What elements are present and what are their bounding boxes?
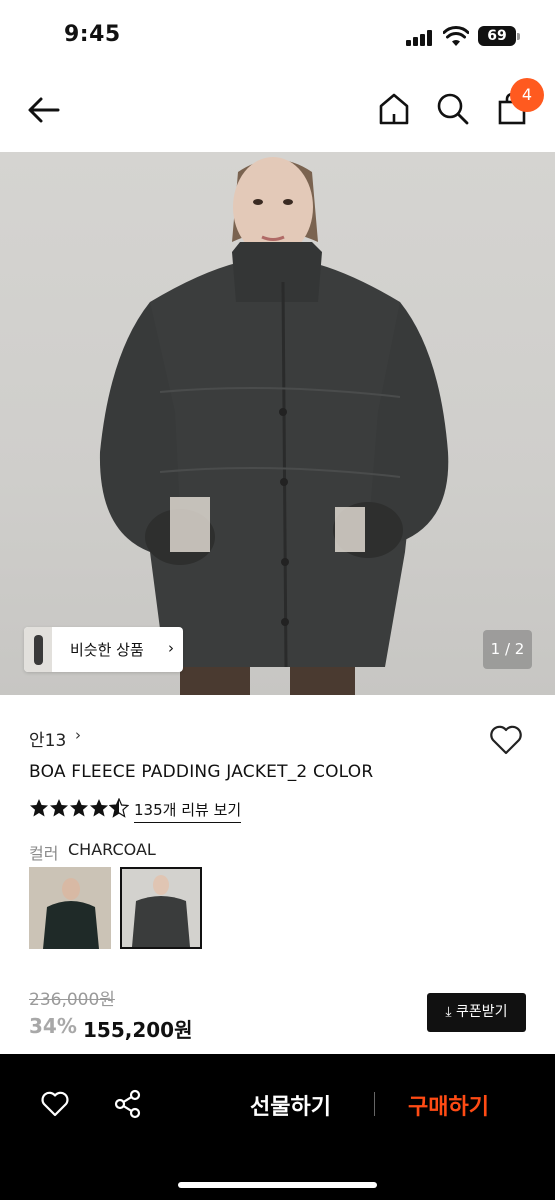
similar-product-thumbnail — [24, 627, 52, 672]
chevron-right-icon: › — [75, 726, 81, 744]
share-icon[interactable] — [113, 1089, 143, 1119]
coupon-download-button[interactable]: ⤓ 쿠폰받기 — [427, 993, 526, 1032]
coupon-label: 쿠폰받기 — [456, 1004, 508, 1020]
star-icon — [70, 799, 88, 817]
cart-count-badge: 4 — [510, 78, 544, 112]
original-price: 236,000원 — [29, 990, 115, 1010]
star-half-icon — [109, 798, 129, 818]
similar-products-button[interactable]: 비슷한 상품 › — [24, 627, 183, 672]
back-arrow-icon[interactable] — [26, 92, 62, 128]
buy-button[interactable]: 구매하기 — [408, 1089, 489, 1121]
sale-price: 155,200원 — [83, 1018, 193, 1042]
color-swatch-option-1[interactable] — [29, 867, 111, 949]
gift-button[interactable]: 선물하기 — [250, 1089, 331, 1121]
status-bar: 9:45 69 — [0, 0, 555, 70]
color-label: 컬러 — [29, 844, 59, 863]
star-icon — [50, 799, 68, 817]
product-photo — [99, 157, 449, 695]
swatch-photo — [29, 867, 111, 949]
search-icon[interactable] — [436, 92, 470, 126]
discount-rate: 34% — [29, 1014, 77, 1038]
similar-products-label: 비슷한 상품 — [70, 641, 144, 659]
home-icon[interactable] — [378, 92, 410, 126]
chevron-right-icon: › — [168, 639, 174, 657]
product-title: BOA FLEECE PADDING JACKET_2 COLOR — [29, 762, 374, 782]
brand-link[interactable]: 안13 — [29, 726, 66, 751]
battery-icon: 69 — [478, 26, 520, 46]
product-image-carousel[interactable]: 비슷한 상품 › 1 / 2 — [0, 152, 555, 695]
wishlist-heart-icon[interactable] — [488, 724, 524, 756]
image-page-indicator: 1 / 2 — [483, 630, 532, 669]
home-indicator — [178, 1182, 377, 1188]
star-icon — [30, 799, 48, 817]
swatch-photo — [122, 869, 200, 947]
color-swatch-option-2-selected[interactable] — [120, 867, 202, 949]
heart-icon[interactable] — [40, 1090, 70, 1118]
review-link[interactable]: 135개 리뷰 보기 — [134, 799, 242, 823]
download-icon: ⤓ — [445, 1004, 457, 1020]
top-nav: 4 — [0, 70, 555, 152]
bottom-action-bar: 선물하기 구매하기 — [0, 1054, 555, 1200]
status-time: 9:45 — [64, 22, 121, 47]
cellular-signal-icon — [406, 30, 434, 46]
wifi-icon — [443, 26, 469, 46]
divider — [374, 1092, 375, 1116]
color-value: CHARCOAL — [68, 840, 156, 859]
star-icon — [90, 799, 108, 817]
